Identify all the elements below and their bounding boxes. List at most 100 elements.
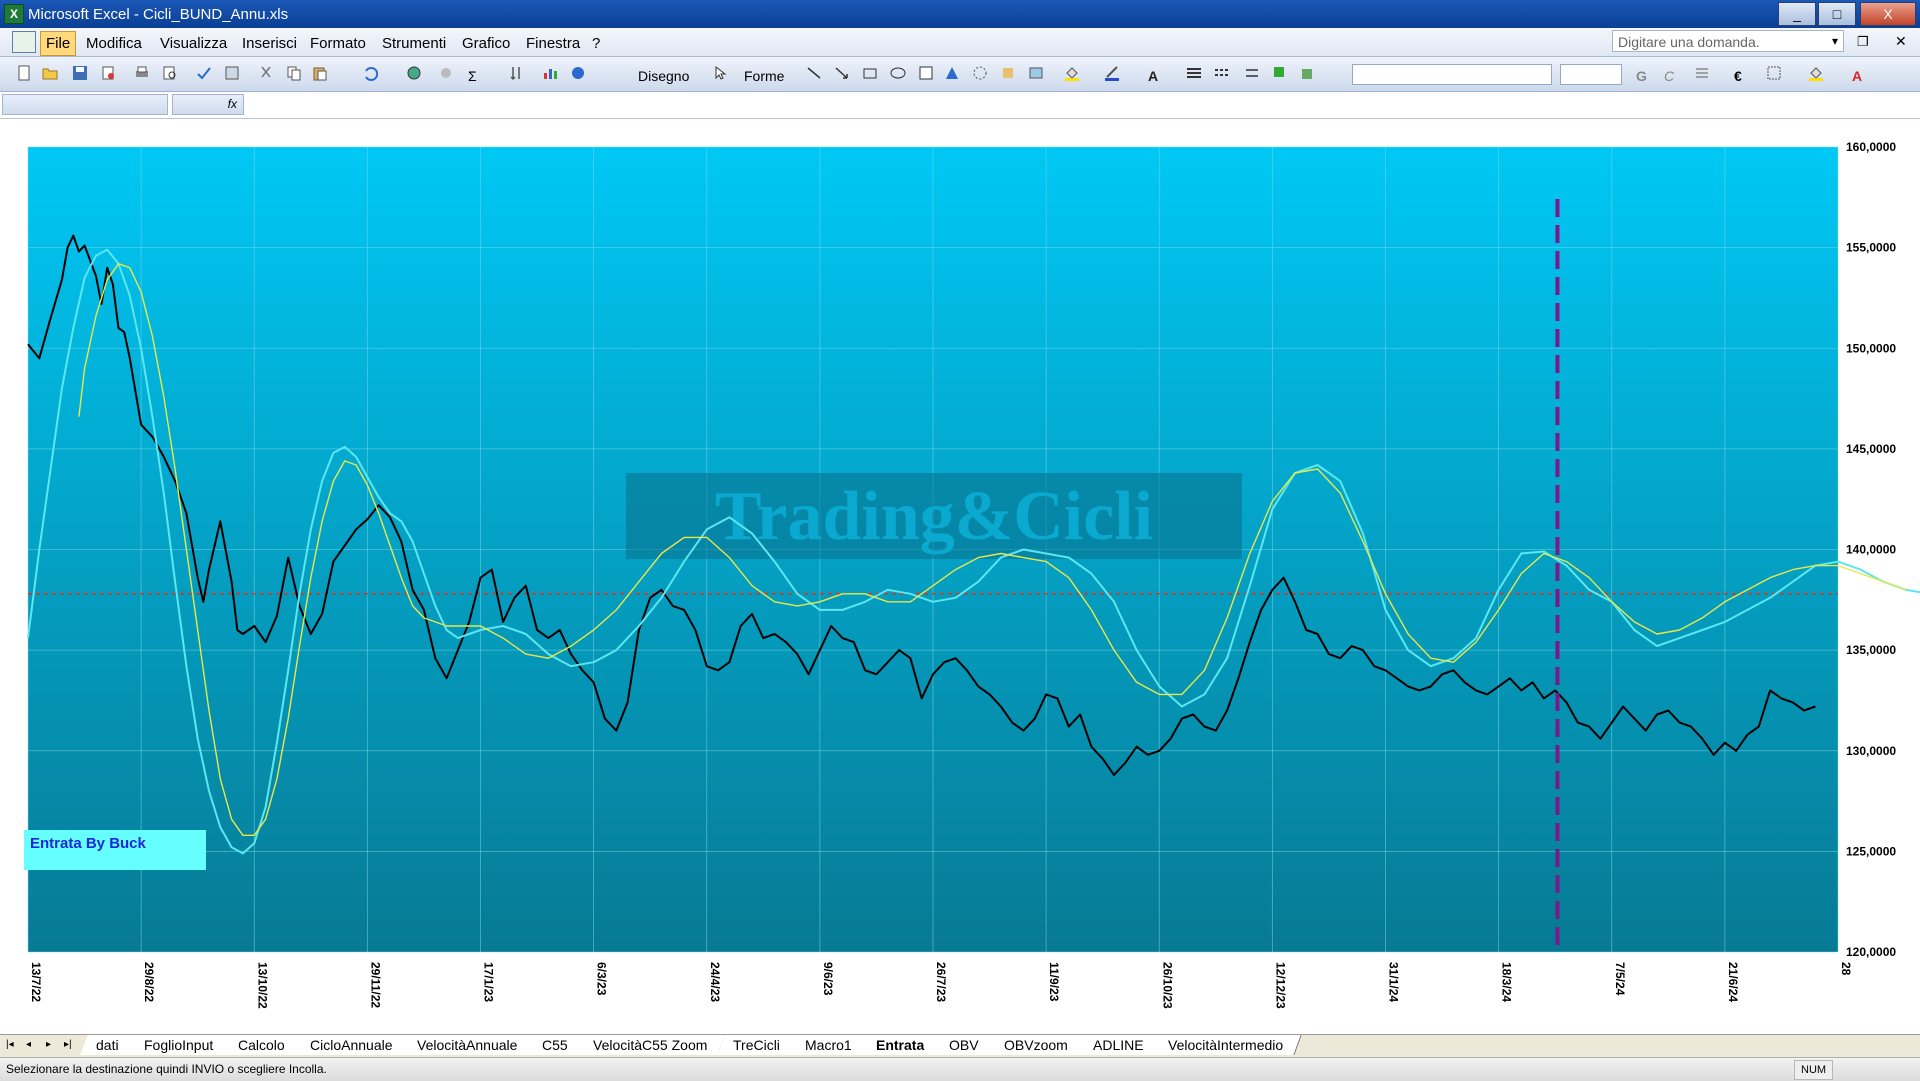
arrow-tool-icon[interactable] xyxy=(834,65,850,81)
permission-icon[interactable] xyxy=(100,65,116,81)
menu-file[interactable]: File xyxy=(40,31,77,56)
sheet-tab-velocitac55-zoom[interactable]: VelocitàC55 Zoom xyxy=(577,1035,727,1055)
picture-icon[interactable] xyxy=(1028,65,1044,81)
menu-help[interactable]: ? xyxy=(592,35,600,52)
open-icon[interactable] xyxy=(42,65,58,81)
x-tick-label: 29/11/22 xyxy=(368,962,382,1008)
chart-wizard-icon[interactable] xyxy=(542,65,558,81)
3d-style-icon[interactable] xyxy=(1300,65,1316,81)
sheet-tab-foglioinput[interactable]: FoglioInput xyxy=(127,1035,232,1055)
autosum-icon[interactable]: Σ xyxy=(468,68,477,84)
workbook-icon[interactable] xyxy=(12,31,36,53)
forme-menu[interactable]: Forme xyxy=(744,68,784,84)
sheet-tab-calcolo[interactable]: Calcolo xyxy=(222,1035,304,1055)
rectangle-tool-icon[interactable] xyxy=(862,65,878,81)
cut-icon[interactable] xyxy=(258,65,274,81)
print-preview-icon[interactable] xyxy=(162,65,178,81)
line-tool-icon[interactable] xyxy=(806,65,822,81)
formula-bar: fx xyxy=(0,92,1920,119)
cell-fill-icon[interactable] xyxy=(1808,65,1824,81)
sheet-tab-velocitaannuale[interactable]: VelocitàAnnuale xyxy=(401,1035,537,1055)
x-tick-label: 17/1/23 xyxy=(482,962,496,1002)
print-icon[interactable] xyxy=(134,65,150,81)
font-size-select[interactable] xyxy=(1560,64,1622,85)
select-pointer-icon[interactable] xyxy=(712,65,728,81)
hyperlink-icon[interactable] xyxy=(406,65,422,81)
menu-grafico[interactable]: Grafico xyxy=(462,35,510,52)
fill-color-icon[interactable] xyxy=(1064,65,1080,81)
minimize-button[interactable]: _ xyxy=(1778,2,1816,26)
italic-button[interactable]: C xyxy=(1664,68,1674,84)
ask-question-input[interactable]: Digitare una domanda. xyxy=(1612,30,1844,52)
menu-formato[interactable]: Formato xyxy=(310,35,366,52)
dash-style-icon[interactable] xyxy=(1214,65,1230,81)
help-icon[interactable] xyxy=(570,65,586,81)
font-name-select[interactable] xyxy=(1352,64,1552,85)
y-tick-label: 150,0000 xyxy=(1846,341,1896,355)
x-tick-label: 29/8/22 xyxy=(142,962,156,1002)
annotation-text: Entrata By Buck xyxy=(30,835,147,852)
sheet-tab-velocitaintermedio[interactable]: VelocitàIntermedio xyxy=(1152,1035,1303,1055)
clipart-icon[interactable] xyxy=(1000,65,1016,81)
sheet-tab-obv[interactable]: OBV xyxy=(933,1035,998,1055)
sheet-tab-cicloannuale[interactable]: CicloAnnuale xyxy=(293,1035,411,1055)
sheet-tab-trecicli[interactable]: TreCicli xyxy=(716,1035,799,1055)
research-icon[interactable] xyxy=(224,65,240,81)
sheet-area[interactable]: 120,0000 125,0000 130,0000 135,0000 140,0000… xyxy=(0,119,1920,1034)
sheet-tabs: dati FoglioInput Calcolo CicloAnnuale Ve… xyxy=(80,1035,1303,1057)
wordart-icon[interactable] xyxy=(944,65,960,81)
chart[interactable]: 120,0000 125,0000 130,0000 135,0000 140,0000… xyxy=(0,119,1920,1034)
ask-dropdown-arrow[interactable]: ▾ xyxy=(1832,34,1838,48)
disegno-menu[interactable]: Disegno xyxy=(638,68,689,84)
spelling-icon[interactable] xyxy=(196,65,212,81)
undo-icon[interactable] xyxy=(362,65,378,81)
tab-nav-last[interactable]: ▸| xyxy=(64,1039,72,1050)
maximize-button[interactable]: □ xyxy=(1818,2,1856,26)
title-bar: X Microsoft Excel - Cicli_BUND_Annu.xls … xyxy=(0,0,1920,28)
shadow-style-icon[interactable] xyxy=(1272,65,1288,81)
tab-nav-prev[interactable]: ◂ xyxy=(26,1039,31,1050)
font-color-icon[interactable]: A xyxy=(1148,68,1158,84)
sort-icon[interactable] xyxy=(508,65,524,81)
y-tick-label: 155,0000 xyxy=(1846,241,1896,255)
insert-function-button[interactable]: fx xyxy=(172,94,244,115)
diagram-icon[interactable] xyxy=(972,65,988,81)
align-icon[interactable] xyxy=(1694,65,1710,81)
menu-finestra[interactable]: Finestra xyxy=(526,35,580,52)
save-icon[interactable] xyxy=(72,65,88,81)
name-box[interactable] xyxy=(2,94,168,115)
x-tick-label: 13/7/22 xyxy=(29,962,43,1002)
menu-inserisci[interactable]: Inserisci xyxy=(242,35,297,52)
bold-button[interactable]: G xyxy=(1636,68,1647,84)
x-tick-label: 6/3/23 xyxy=(595,962,609,996)
menu-strumenti[interactable]: Strumenti xyxy=(382,35,446,52)
oval-tool-icon[interactable] xyxy=(890,65,906,81)
tab-nav-next[interactable]: ▸ xyxy=(46,1039,51,1050)
cell-font-color-icon[interactable]: A xyxy=(1852,68,1862,84)
new-icon[interactable] xyxy=(16,65,32,81)
line-style-icon[interactable] xyxy=(1186,65,1202,81)
doc-restore-button[interactable]: ❐ xyxy=(1857,34,1869,50)
chart-wizard-disabled-icon[interactable] xyxy=(438,65,454,81)
x-tick-label: 21/6/24 xyxy=(1726,962,1740,1002)
menu-visualizza[interactable]: Visualizza xyxy=(160,35,227,52)
arrow-style-icon[interactable] xyxy=(1244,65,1260,81)
borders-icon[interactable] xyxy=(1766,65,1782,81)
copy-icon[interactable] xyxy=(286,65,302,81)
sheet-tab-macro1[interactable]: Macro1 xyxy=(788,1035,870,1055)
textbox-tool-icon[interactable] xyxy=(918,65,934,81)
sheet-tab-adline[interactable]: ADLINE xyxy=(1077,1035,1163,1055)
currency-button[interactable]: € xyxy=(1734,68,1742,84)
paste-icon[interactable] xyxy=(312,65,328,81)
y-tick-label: 120,0000 xyxy=(1846,945,1896,959)
sheet-tab-entrata[interactable]: Entrata xyxy=(860,1035,944,1055)
sheet-tab-obvzoom[interactable]: OBVzoom xyxy=(988,1035,1087,1055)
line-color-icon[interactable] xyxy=(1104,65,1120,81)
y-tick-label: 130,0000 xyxy=(1846,744,1896,758)
y-tick-label: 145,0000 xyxy=(1846,442,1896,456)
menu-modifica[interactable]: Modifica xyxy=(86,35,142,52)
close-button[interactable]: X xyxy=(1860,2,1916,26)
tab-nav-first[interactable]: |◂ xyxy=(6,1039,14,1050)
y-tick-label: 160,0000 xyxy=(1846,140,1896,154)
doc-close-button[interactable]: ✕ xyxy=(1895,33,1907,50)
